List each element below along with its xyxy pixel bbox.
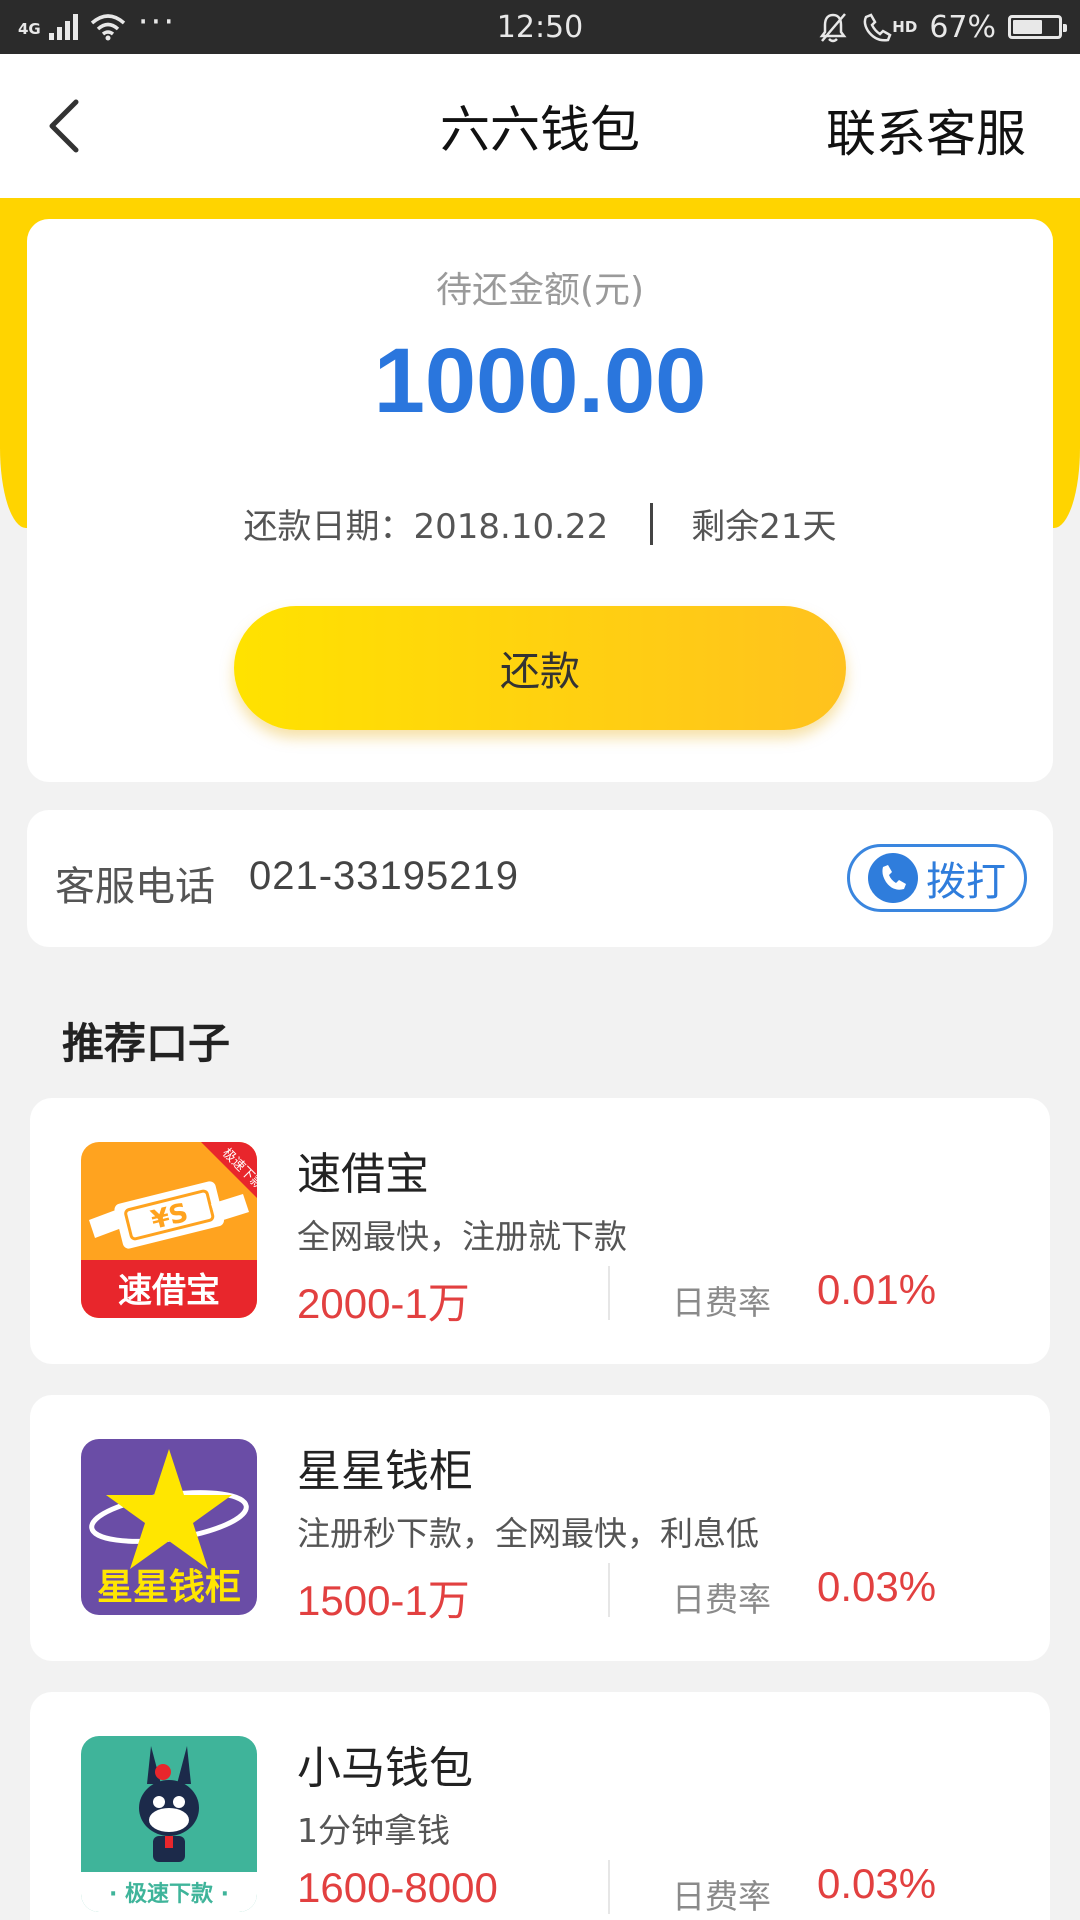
hd-label: HD [892,17,918,36]
loan-desc: 1分钟拿钱 [297,1811,450,1850]
loan-divider [608,1860,610,1914]
amount-value: 1000.00 [373,330,707,432]
phone-icon [868,853,918,903]
nav-bar: 六六钱包 联系客服 [0,54,1080,198]
battery-percent: 67% [929,9,996,45]
daily-rate-value: 0.01% [817,1266,937,1313]
amount-label: 待还金额(元) [435,270,645,311]
repayment-card: 待还金额(元) 1000.00 还款日期：2018.10.22 剩余21天 还款 [27,219,1053,782]
status-right: HD 67% [818,9,1067,45]
service-phone-number: 021-33195219 [249,854,520,898]
service-phone-card: 客服电话 021-33195219 拨打 [27,810,1053,947]
call-button[interactable]: 拨打 [847,844,1027,912]
meta-divider [650,502,654,545]
loan-name: 小马钱包 [297,1743,473,1794]
loan-name: 星星钱柜 [297,1446,473,1497]
daily-rate-value: 0.03% [817,1860,937,1907]
daily-rate-label: 日费率 [672,1580,771,1619]
call-button-label: 拨打 [926,859,1006,905]
more-notifications-icon: ··· [137,2,177,42]
hd-call-icon [863,13,892,42]
daily-rate-value: 0.03% [817,1563,937,1610]
service-phone-label: 客服电话 [55,864,215,910]
daily-rate-label: 日费率 [672,1877,771,1916]
status-bar: 4G ··· 12:50 HD 67% [0,0,1080,54]
logo-text: 速借宝 [118,1271,220,1311]
loan-amount-range: 1500-1万 [297,1577,470,1624]
network-type: 4G [18,20,41,38]
logo-text: 星星钱柜 [97,1567,241,1608]
signal-icon [48,14,78,40]
loan-divider [608,1563,610,1617]
loan-divider [608,1266,610,1320]
repay-button[interactable]: 还款 [234,606,846,730]
loan-desc: 注册秒下款，全网最快，利息低 [297,1514,759,1553]
wifi-icon [90,14,125,41]
mute-bell-icon [819,13,847,43]
battery-level [1013,20,1043,34]
loan-amount-range: 2000-1万 [297,1280,470,1327]
repayment-meta: 还款日期：2018.10.22 剩余21天 [27,499,1053,548]
battery-icon [1008,15,1067,39]
days-remaining: 剩余21天 [691,507,837,547]
loan-item[interactable]: · 极速下款 · 小马钱包 1分钟拿钱 1600-8000 日费率 0.03% [30,1692,1050,1920]
status-left: 4G ··· [18,2,176,42]
loan-item[interactable]: 极速下款 ¥S 速借宝 速借宝 全网最快，注册就下款 2000-1万 日费率 0… [30,1098,1050,1364]
daily-rate-label: 日费率 [672,1283,771,1322]
app-logo-xiaomaqianbao: · 极速下款 · [81,1736,257,1912]
loan-name: 速借宝 [297,1149,429,1200]
contact-service-button[interactable]: 联系客服 [826,94,1026,166]
back-button[interactable] [34,96,94,156]
loan-amount-range: 1600-8000 [297,1864,498,1911]
loan-item[interactable]: 星星钱柜 星星钱柜 注册秒下款，全网最快，利息低 1500-1万 日费率 0.0… [30,1395,1050,1661]
app-logo-sujiebao: 极速下款 ¥S 速借宝 [81,1142,257,1318]
logo-text: · 极速下款 · [109,1881,229,1907]
app-logo-xingxingqiangui: 星星钱柜 [81,1439,257,1615]
recommend-section-title: 推荐口子 [62,1019,231,1068]
repayment-date: 还款日期：2018.10.22 [243,507,609,547]
chevron-left-icon [49,99,79,153]
loan-desc: 全网最快，注册就下款 [297,1217,627,1256]
